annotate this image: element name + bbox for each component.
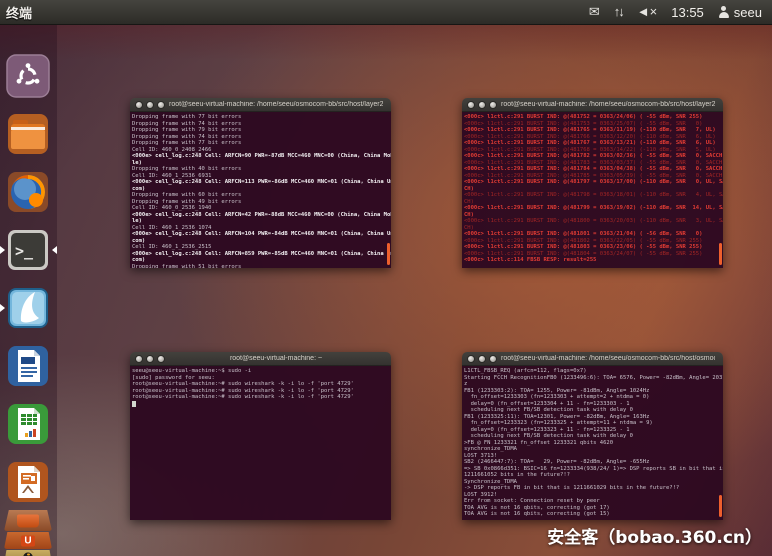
launcher-item-terminal[interactable]: >_: [5, 227, 51, 273]
terminal-line: <000e> cell_log.c:248 Cell: ARFCN=859 PW…: [132, 251, 391, 258]
firefox-icon: [5, 169, 51, 215]
launcher-item-files[interactable]: [5, 111, 51, 157]
scrollbar-thumb[interactable]: [719, 495, 722, 517]
terminal-line: Starting FCCH RecognitionFB0 (1233496:6)…: [464, 375, 723, 382]
terminal-content[interactable]: <000c> l1ctl.c:291 BURST IND: @(481752 =…: [462, 112, 723, 268]
minimize-button[interactable]: [478, 101, 486, 109]
clock[interactable]: 13:55: [671, 5, 704, 20]
terminal-line: root@seeu-virtual-machine:~# sudo wiresh…: [132, 394, 391, 401]
terminal-line: <000c> l1ctl.c:291 BURST IND: @(481767 =…: [464, 140, 723, 147]
wireshark-running-arrow: [0, 304, 5, 312]
maximize-button[interactable]: [489, 355, 497, 363]
terminal-line: <000c> l1ctl.c:291 BURST IND: @(481797 =…: [464, 179, 723, 186]
window-title: root@seeu-virtual-machine: /home/seeu/os…: [501, 355, 715, 362]
launcher-item-folded-penguin-app[interactable]: [4, 550, 52, 556]
terminal-line: <000e> cell_log.c:248 Cell: ARFCN=113 PW…: [132, 179, 391, 186]
user-icon: [718, 6, 730, 18]
terminal-line: <000c> l1ctl.c:291 BURST IND: @(481782 =…: [464, 153, 723, 160]
terminal-line: <000c> l1ctl.c:291 BURST IND: @(481801 =…: [464, 231, 723, 238]
terminal-line: <000c> l1ctl.c:291 BURST IND: @(481784 =…: [464, 166, 723, 173]
terminal-window-burst-ind: root@seeu-virtual-machine: /home/seeu/os…: [462, 98, 723, 268]
launcher-item-libreoffice-calc[interactable]: [5, 401, 51, 447]
window-buttons: [135, 355, 165, 363]
scrollbar-thumb[interactable]: [387, 243, 390, 265]
close-button[interactable]: [135, 355, 143, 363]
active-app-title: 终端: [6, 3, 32, 22]
scrollbar-thumb[interactable]: [719, 243, 722, 265]
terminal-line: <000c> l1ctl.c:291 BURST IND: @(481765 =…: [464, 127, 723, 134]
ubuntu-one-icon: U: [21, 535, 35, 546]
minimize-button[interactable]: [146, 101, 154, 109]
indicator-tray: ✉ ↑↓ ◄× 13:55 seeu: [589, 0, 762, 24]
window-buttons: [135, 101, 165, 109]
window-buttons: [467, 101, 497, 109]
window-titlebar[interactable]: root@seeu-virtual-machine: ~: [130, 352, 391, 366]
maximize-button[interactable]: [489, 101, 497, 109]
libreoffice-calc-icon: [5, 401, 51, 447]
dash-home-icon: [5, 53, 51, 99]
libreoffice-writer-icon: [5, 343, 51, 389]
svg-text:>_: >_: [15, 242, 34, 260]
terminal-line: TOA AVG is not 16 qbits, correcting (got…: [464, 511, 723, 518]
software-center-icon: [17, 514, 39, 527]
terminal-line: <000c> l1ctl.c:291 BURST IND: @(481799 =…: [464, 205, 723, 212]
window-titlebar[interactable]: root@seeu-virtual-machine: /home/seeu/os…: [462, 98, 723, 112]
minimize-button[interactable]: [146, 355, 154, 363]
libreoffice-impress-icon: [5, 459, 51, 505]
watermark-text: 安全客（bobao.360.cn）: [547, 523, 762, 548]
terminal-running-arrow: [0, 246, 5, 254]
terminal-icon: >_: [5, 227, 51, 273]
launcher-item-libreoffice-writer[interactable]: [5, 343, 51, 389]
terminal-line: <000c> l1ctl.c:114 FBSB RESP: result=255: [464, 257, 723, 264]
close-button[interactable]: [467, 101, 475, 109]
user-menu[interactable]: seeu: [718, 5, 762, 20]
launcher-item-wireshark[interactable]: [5, 285, 51, 331]
launcher-item-libreoffice-impress[interactable]: [5, 459, 51, 505]
maximize-button[interactable]: [157, 101, 165, 109]
window-title: root@seeu-virtual-machine: /home/seeu/os…: [169, 101, 383, 108]
launcher-item-folded-ubuntu-one[interactable]: U: [4, 532, 52, 549]
minimize-button[interactable]: [478, 355, 486, 363]
window-title: root@seeu-virtual-machine: /home/seeu/os…: [501, 101, 715, 108]
close-button[interactable]: [467, 355, 475, 363]
window-titlebar[interactable]: root@seeu-virtual-machine: /home/seeu/os…: [130, 98, 391, 112]
terminal-line: <000e> cell_log.c:248 Cell: ARFCN=90 PWR…: [132, 153, 391, 160]
files-folder-icon: [5, 111, 51, 157]
launcher-item-dash[interactable]: [5, 53, 51, 99]
terminal-focused-arrow: [52, 246, 57, 254]
close-button[interactable]: [135, 101, 143, 109]
terminal-line: <000c> l1ctl.c:291 BURST IND: @(481803 =…: [464, 244, 723, 251]
top-panel: 终端 ✉ ↑↓ ◄× 13:55 seeu: [0, 0, 772, 25]
username: seeu: [734, 5, 762, 20]
terminal-line: <000c> l1ctl.c:291 BURST IND: @(481800 =…: [464, 218, 723, 225]
terminal-cursor: [132, 401, 136, 408]
window-title: root@seeu-virtual-machine: ~: [169, 355, 383, 362]
terminal-content[interactable]: Dropping frame with 77 bit errorsDroppin…: [130, 112, 391, 268]
terminal-line: <000e> cell_log.c:248 Cell: ARFCN=104 PW…: [132, 231, 391, 238]
wireshark-icon: [5, 285, 51, 331]
launcher-item-folded-software-center[interactable]: [4, 510, 52, 531]
window-titlebar[interactable]: root@seeu-virtual-machine: /home/seeu/os…: [462, 352, 723, 366]
launcher-item-firefox[interactable]: [5, 169, 51, 215]
unity-launcher: >_: [0, 24, 57, 556]
desktop: 终端 ✉ ↑↓ ◄× 13:55 seeu: [0, 0, 772, 556]
terminal-content[interactable]: L1CTL_FBSB_REQ (arfcn=112, flags=0x7)Sta…: [462, 366, 723, 520]
terminal-window-cell-log: root@seeu-virtual-machine: /home/seeu/os…: [130, 98, 391, 268]
window-buttons: [467, 355, 497, 363]
message-icon[interactable]: ✉: [589, 0, 600, 24]
terminal-window-shell: root@seeu-virtual-machine: ~ seeu@seeu-v…: [130, 352, 391, 520]
terminal-line: root@seeu-virtual-machine:~# sudo wiresh…: [132, 381, 391, 388]
network-arrows-icon[interactable]: ↑↓: [614, 0, 623, 24]
terminal-window-osmocon: root@seeu-virtual-machine: /home/seeu/os…: [462, 352, 723, 520]
maximize-button[interactable]: [157, 355, 165, 363]
terminal-line: <000e> cell_log.c:248 Cell: ARFCN=42 PWR…: [132, 212, 391, 219]
volume-muted-icon[interactable]: ◄×: [637, 0, 657, 24]
terminal-line: Dropping frame with 51 bit errors: [132, 264, 391, 269]
penguin-icon: [23, 552, 33, 556]
terminal-content[interactable]: seeu@seeu-virtual-machine:~$ sudo -i[sud…: [130, 366, 391, 520]
terminal-line: <000c> l1ctl.c:291 BURST IND: @(481752 =…: [464, 114, 723, 121]
terminal-line: <000c> l1ctl.c:291 BURST IND: @(481798 =…: [464, 192, 723, 199]
